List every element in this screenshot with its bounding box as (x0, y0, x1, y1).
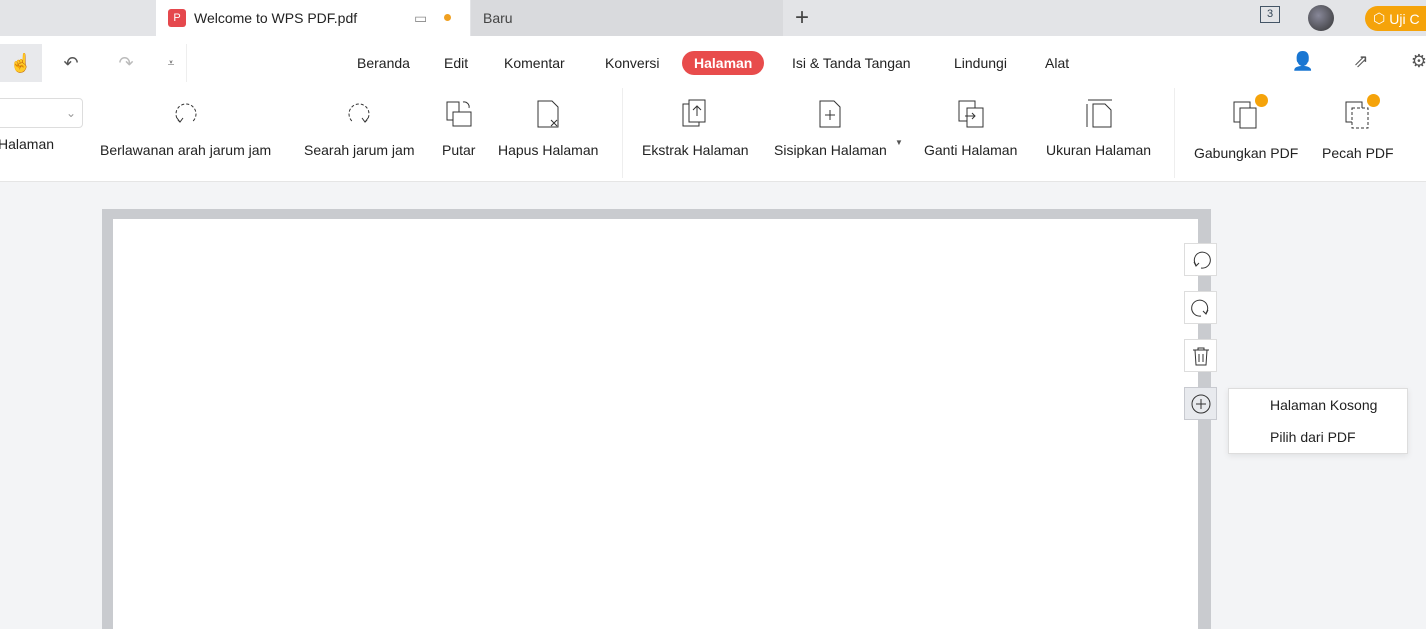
tool-label: Putar (442, 142, 476, 158)
rotate-page-icon (446, 101, 472, 127)
menu-edit[interactable]: Edit (432, 51, 480, 75)
menu-lindungi[interactable]: Lindungi (942, 51, 1019, 75)
share-icon[interactable]: ⇗ (1340, 42, 1382, 80)
settings-icon[interactable]: ⚙ (1398, 42, 1426, 80)
menu-halaman[interactable]: Halaman (682, 51, 765, 75)
page-size-icon (1086, 99, 1112, 128)
menu-konversi[interactable]: Konversi (593, 51, 671, 75)
halaman-label: Halaman (0, 136, 55, 152)
rotate-button[interactable]: Putar (442, 98, 475, 158)
tool-label: Ukuran Halaman (1046, 142, 1152, 158)
crown-icon: ⬡ (1373, 10, 1386, 26)
ribbon: ☝ ↶ ↷ ⩡ Beranda Edit Komentar Konversi H… (0, 36, 1426, 182)
split-pdf-button[interactable]: Pecah PDF (1322, 94, 1394, 161)
delete-page-float-button[interactable] (1184, 339, 1217, 372)
page-size-button[interactable]: Ukuran Halaman (1046, 98, 1151, 158)
plus-circle-icon (1191, 394, 1210, 413)
menu-item-from-pdf[interactable]: Pilih dari PDF (1229, 421, 1407, 453)
page-range-select[interactable]: ⌄ (0, 98, 83, 128)
rotate-right-button[interactable]: Searah jarum jam (304, 98, 415, 158)
tab-bar: P Welcome to WPS PDF.pdf ▭ Baru + 3 ⬡ Uji… (0, 0, 1426, 36)
menu-item-blank-page[interactable]: Halaman Kosong (1229, 389, 1407, 421)
merge-pdf-button[interactable]: Gabungkan PDF (1194, 94, 1299, 161)
undo-icon[interactable]: ↶ (50, 44, 92, 82)
tab-welcome[interactable]: P Welcome to WPS PDF.pdf ▭ (156, 0, 470, 36)
add-user-icon[interactable]: 👤 (1282, 42, 1324, 80)
pdf-icon: P (168, 9, 186, 27)
caret-down-icon[interactable]: ▼ (895, 138, 903, 147)
tab-title: Baru (483, 10, 513, 26)
extract-page-button[interactable]: Ekstrak Halaman (642, 98, 749, 158)
replace-page-button[interactable]: Ganti Halaman (924, 98, 1017, 158)
rotate-cw-icon (348, 103, 370, 123)
monitor-icon[interactable]: ▭ (414, 10, 427, 27)
premium-crown-icon (1255, 94, 1269, 107)
menu-alat[interactable]: Alat (1033, 51, 1081, 75)
tool-label: Gabungkan PDF (1194, 145, 1299, 161)
badge-label: Uji C (1389, 10, 1420, 27)
rotate-ccw-icon (1193, 251, 1211, 269)
tool-label: Ganti Halaman (924, 142, 1018, 158)
new-tab-button[interactable]: + (795, 4, 809, 32)
extract-page-icon (682, 99, 706, 127)
unsaved-dot-icon (444, 14, 451, 21)
hand-tool-icon[interactable]: ☝ (0, 44, 42, 82)
tool-label: Pecah PDF (1322, 145, 1394, 161)
redo-icon[interactable]: ↷ (105, 44, 147, 82)
tool-label: Ekstrak Halaman (642, 142, 749, 158)
window-count[interactable]: 3 (1260, 6, 1280, 23)
rotate-cw-icon (1190, 299, 1208, 317)
premium-crown-icon (1366, 94, 1380, 107)
insert-page-icon (819, 100, 841, 128)
delete-page-icon (537, 100, 559, 128)
tab-title: Welcome to WPS PDF.pdf (194, 10, 358, 26)
insert-page-float-button[interactable] (1184, 387, 1217, 420)
avatar[interactable] (1308, 5, 1334, 31)
menu-beranda[interactable]: Beranda (345, 51, 422, 75)
tool-label: Berlawanan arah jarum jam (100, 142, 272, 158)
insert-page-button[interactable]: Sisipkan Halaman (774, 98, 887, 158)
tool-label: Searah jarum jam (304, 142, 415, 158)
tool-label: Hapus Halaman (498, 142, 599, 158)
menu-komentar[interactable]: Komentar (492, 51, 577, 75)
pdf-page[interactable] (113, 219, 1198, 629)
insert-page-menu: Halaman Kosong Pilih dari PDF (1228, 388, 1408, 454)
trash-icon (1192, 347, 1209, 365)
menu-isi-tanda-tangan[interactable]: Isi & Tanda Tangan (780, 51, 923, 75)
rotate-left-button[interactable]: Berlawanan arah jarum jam (100, 98, 271, 158)
rotate-left-page-button[interactable] (1184, 243, 1217, 276)
replace-page-icon (958, 100, 984, 128)
rotate-right-page-button[interactable] (1184, 291, 1217, 324)
rotate-ccw-icon (175, 103, 197, 123)
tool-label: Sisipkan Halaman (774, 142, 887, 158)
tab-baru[interactable]: Baru (471, 0, 783, 36)
delete-page-button[interactable]: Hapus Halaman (498, 98, 598, 158)
premium-badge[interactable]: ⬡ Uji C (1365, 6, 1426, 31)
